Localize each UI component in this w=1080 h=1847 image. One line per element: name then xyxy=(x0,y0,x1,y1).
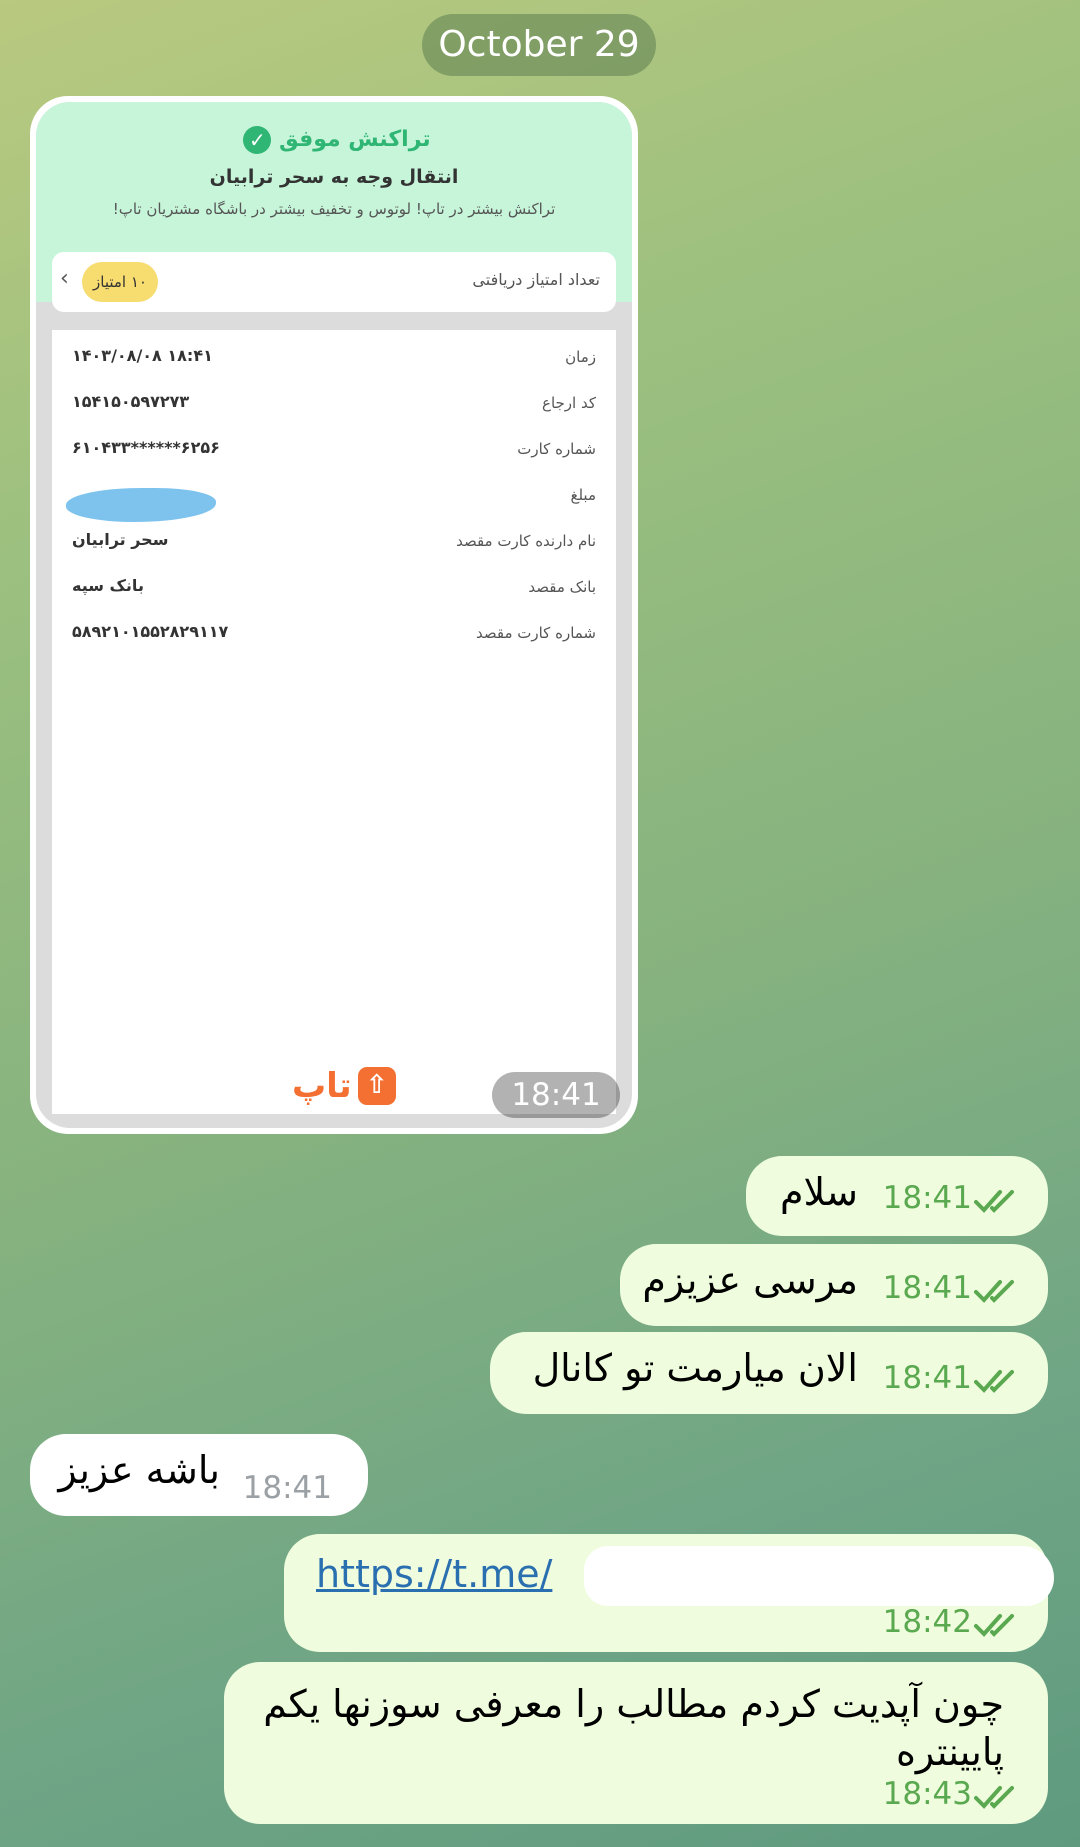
message-link[interactable]: https://t.me/ xyxy=(316,1552,552,1596)
message-time: 18:41 xyxy=(242,1470,332,1506)
detail-label: کد ارجاع xyxy=(542,394,596,412)
detail-value: ۵۸۹۲۱۰۱۵۵۲۸۲۹۱۱۷ xyxy=(72,622,229,641)
detail-value: سحر ترابیان xyxy=(72,530,169,549)
message-bubble-in[interactable]: باشه عزیز 18:41 xyxy=(30,1434,368,1516)
redaction-mark xyxy=(584,1546,1054,1606)
message-time: 18:43 xyxy=(882,1776,972,1812)
message-time: 18:41 xyxy=(492,1072,620,1118)
arrow-up-icon: ⇧ xyxy=(357,1067,396,1105)
points-label: تعداد امتیاز دریافتی xyxy=(472,270,600,289)
date-separator: October 29 xyxy=(422,14,656,76)
check-icon: ✓ xyxy=(243,126,272,154)
message-text: چون آپدیت کردم مطالب را معرفی سوزنها یکم… xyxy=(263,1682,1004,1774)
detail-label: شماره کارت مقصد xyxy=(475,624,596,642)
detail-row: زمان ۱۴۰۳/۰۸/۰۸ ۱۸:۴۱ xyxy=(72,340,596,380)
receipt-header: تراکنش موفق ✓ انتقال وجه به سحر ترابیان … xyxy=(36,102,632,312)
points-badge: ۱۰ امتیاز xyxy=(82,262,158,302)
message-text: مرسی عزیزم xyxy=(642,1258,858,1302)
message-bubble-out[interactable]: سلام 18:41 xyxy=(746,1156,1048,1236)
message-time: 18:41 xyxy=(882,1270,972,1306)
detail-row: شماره کارت مقصد ۵۸۹۲۱۰۱۵۵۲۸۲۹۱۱۷ xyxy=(72,616,596,656)
detail-row: بانک مقصد بانک سپه xyxy=(72,570,596,610)
detail-label: بانک مقصد xyxy=(528,578,596,596)
double-check-icon xyxy=(974,1786,1014,1809)
success-label: تراکنش موفق xyxy=(279,127,431,152)
chevron-left-icon: ‹ xyxy=(60,266,69,291)
detail-label: شماره کارت xyxy=(517,440,596,458)
message-bubble-out[interactable]: مرسی عزیزم 18:41 xyxy=(620,1244,1048,1326)
message-text: سلام xyxy=(779,1170,858,1214)
promo-line: تراکنش بیشتر در تاپ! لوتوس و تخفیف بیشتر… xyxy=(112,200,556,218)
detail-label: مبلغ xyxy=(570,486,596,504)
message-time: 18:41 xyxy=(882,1360,972,1396)
receipt-image[interactable]: تراکنش موفق ✓ انتقال وجه به سحر ترابیان … xyxy=(36,102,632,1128)
double-check-icon xyxy=(974,1370,1014,1393)
double-check-icon xyxy=(974,1614,1014,1637)
detail-row: نام دارنده کارت مقصد سحر ترابیان xyxy=(72,524,596,564)
detail-value: ۱۵۴۱۵۰۵۹۷۲۷۳ xyxy=(72,392,190,411)
message-time: 18:41 xyxy=(882,1180,972,1216)
detail-row: مبلغ xyxy=(66,478,596,522)
brand-name: تاپ xyxy=(292,1066,352,1106)
detail-value: بانک سپه xyxy=(72,576,144,595)
transfer-title: انتقال وجه به سحر ترابیان xyxy=(209,166,459,188)
message-time: 18:42 xyxy=(882,1604,972,1640)
redaction-mark xyxy=(66,488,216,522)
tap-logo: تاپ ⇧ xyxy=(292,1066,396,1106)
detail-value: ۱۴۰۳/۰۸/۰۸ ۱۸:۴۱ xyxy=(72,346,213,365)
detail-value: ۶۱۰۴۳۳******۶۲۵۶ xyxy=(72,438,220,457)
double-check-icon xyxy=(974,1190,1014,1213)
detail-row: شماره کارت ۶۱۰۴۳۳******۶۲۵۶ xyxy=(72,432,596,472)
message-text: باشه عزیز xyxy=(58,1448,220,1492)
message-bubble-out[interactable]: چون آپدیت کردم مطالب را معرفی سوزنها یکم… xyxy=(224,1662,1048,1824)
receipt-details: زمان ۱۴۰۳/۰۸/۰۸ ۱۸:۴۱ کد ارجاع ۱۵۴۱۵۰۵۹۷… xyxy=(52,330,616,1114)
detail-label: زمان xyxy=(565,348,596,366)
photo-message[interactable]: تراکنش موفق ✓ انتقال وجه به سحر ترابیان … xyxy=(30,96,638,1134)
detail-row: کد ارجاع ۱۵۴۱۵۰۵۹۷۲۷۳ xyxy=(72,386,596,426)
message-bubble-out[interactable]: الان میارمت تو کانال 18:41 xyxy=(490,1332,1048,1414)
success-status: تراکنش موفق ✓ xyxy=(36,126,632,154)
double-check-icon xyxy=(974,1280,1014,1303)
message-bubble-out[interactable]: https://t.me/ 18:42 xyxy=(284,1534,1054,1652)
message-text: الان میارمت تو کانال xyxy=(532,1346,858,1390)
points-card: تعداد امتیاز دریافتی ۱۰ امتیاز ‹ xyxy=(52,252,616,312)
detail-label: نام دارنده کارت مقصد xyxy=(456,532,596,550)
